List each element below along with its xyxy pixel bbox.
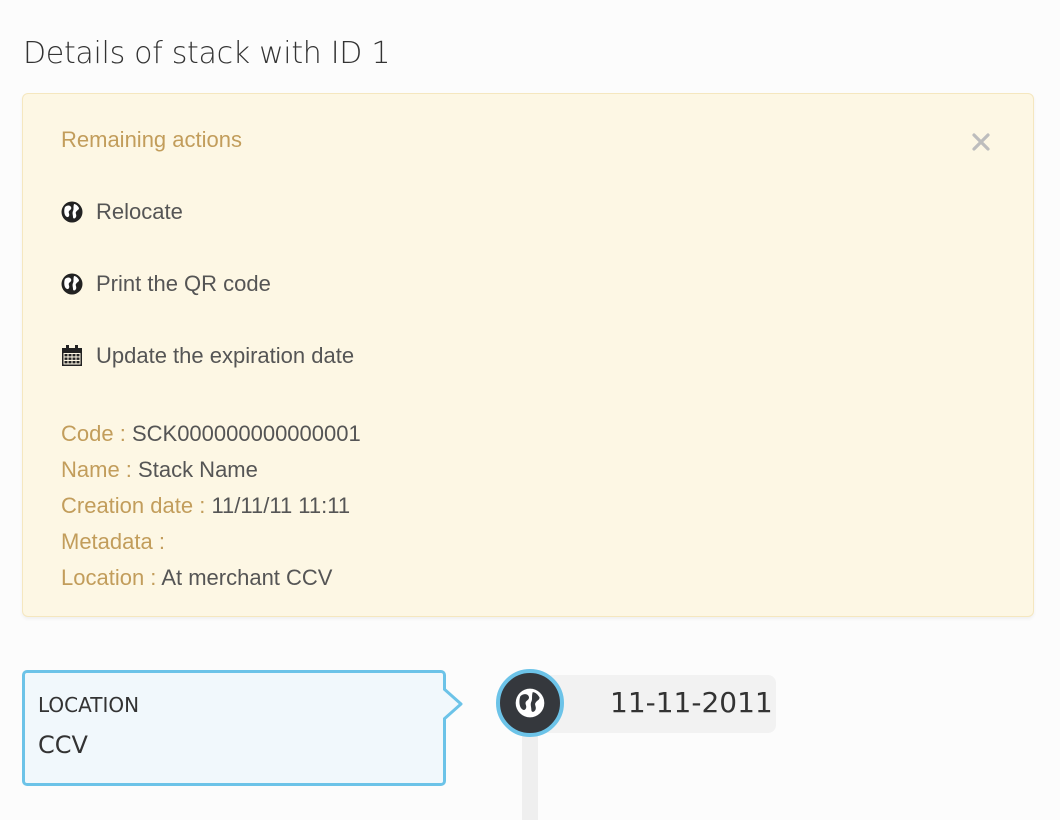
location-card-title: LOCATION <box>38 693 140 717</box>
page-title: Details of stack with ID 1 <box>23 36 391 71</box>
relocate-action[interactable]: Relocate <box>61 199 183 225</box>
code-value: SCK000000000000001 <box>131 421 361 446</box>
timeline-location-card: LOCATION CCV <box>22 670 446 786</box>
globe-icon <box>515 688 545 718</box>
print-qr-label: Print the QR code <box>96 271 271 296</box>
code-label: Code : <box>61 421 126 446</box>
metadata-label: Metadata : <box>61 529 165 554</box>
calendar-icon <box>61 345 83 367</box>
creation-date-value: 11/11/11 11:11 <box>211 493 351 518</box>
remaining-actions-alert: Remaining actions Relocate Print the QR … <box>22 93 1034 617</box>
creation-date-label: Creation date : <box>61 493 206 518</box>
location-value: At merchant CCV <box>161 565 333 590</box>
code-row: Code : SCK000000000000001 <box>61 416 361 452</box>
name-value: Stack Name <box>138 457 258 482</box>
relocate-label: Relocate <box>96 199 183 224</box>
globe-icon <box>61 201 83 223</box>
print-qr-action[interactable]: Print the QR code <box>61 271 271 297</box>
close-icon <box>972 133 990 151</box>
location-row: Location : At merchant CCV <box>61 560 361 596</box>
timeline-date: 11-11-2011 <box>610 686 773 719</box>
card-pointer-arrow <box>443 686 463 722</box>
location-label: Location : <box>61 565 157 590</box>
stack-details: Code : SCK000000000000001 Name : Stack N… <box>61 416 361 596</box>
location-card-value: CCV <box>38 731 88 759</box>
creation-date-row: Creation date : 11/11/11 11:11 <box>61 488 361 524</box>
name-row: Name : Stack Name <box>61 452 361 488</box>
name-label: Name : <box>61 457 132 482</box>
close-button[interactable] <box>969 130 993 154</box>
globe-icon <box>61 273 83 295</box>
alert-heading: Remaining actions <box>61 127 242 152</box>
metadata-row: Metadata : <box>61 524 361 560</box>
timeline-badge <box>496 669 564 737</box>
update-expiration-action[interactable]: Update the expiration date <box>61 343 354 369</box>
update-expiration-label: Update the expiration date <box>96 343 355 368</box>
